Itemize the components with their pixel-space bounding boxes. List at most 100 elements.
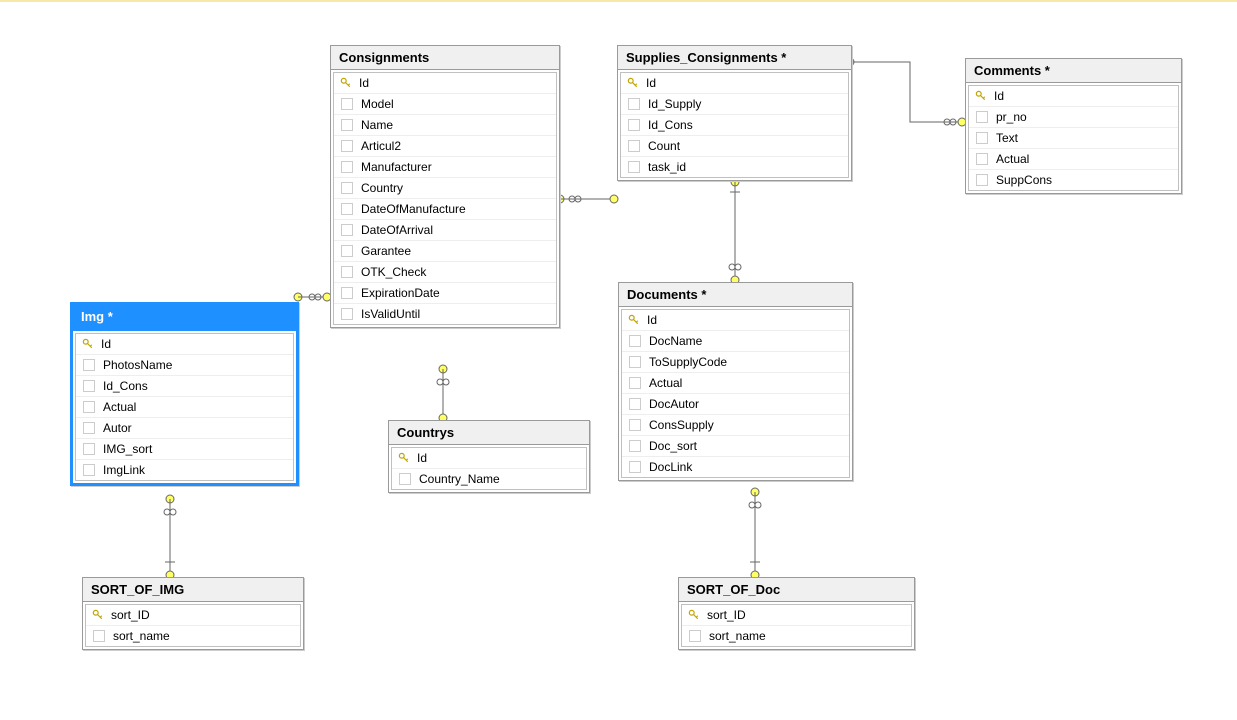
column-icon bbox=[629, 377, 641, 389]
table-sort-of-doc[interactable]: SORT_OF_Doc sort_ID sort_name bbox=[678, 577, 915, 650]
column-name: Id_Supply bbox=[648, 97, 701, 111]
column-name: Id bbox=[646, 76, 656, 90]
column-name: Country_Name bbox=[419, 472, 500, 486]
column-row[interactable]: Id bbox=[334, 73, 556, 94]
column-icon bbox=[341, 224, 353, 236]
column-row[interactable]: Garantee bbox=[334, 241, 556, 262]
column-name: ToSupplyCode bbox=[649, 355, 727, 369]
column-name: sort_name bbox=[113, 629, 170, 643]
column-row[interactable]: Manufacturer bbox=[334, 157, 556, 178]
column-row[interactable]: Name bbox=[334, 115, 556, 136]
column-row[interactable]: sort_ID bbox=[682, 605, 911, 626]
column-row[interactable]: ConsSupply bbox=[622, 415, 849, 436]
primary-key-icon bbox=[397, 451, 411, 465]
column-row[interactable]: pr_no bbox=[969, 107, 1178, 128]
column-row[interactable]: DocName bbox=[622, 331, 849, 352]
column-icon bbox=[629, 419, 641, 431]
column-row[interactable]: Country bbox=[334, 178, 556, 199]
table-columns: IdPhotosNameId_Cons Actual AutorIMG_sortIm… bbox=[75, 333, 294, 481]
column-name: ExpirationDate bbox=[361, 286, 440, 300]
column-icon bbox=[689, 630, 701, 642]
table-sort-of-img[interactable]: SORT_OF_IMG sort_ID sort_name bbox=[82, 577, 304, 650]
column-row[interactable]: Country_Name bbox=[392, 469, 586, 489]
table-header[interactable]: Img * bbox=[73, 305, 296, 331]
column-name: SuppCons bbox=[996, 173, 1052, 187]
column-row[interactable]: Articul2 bbox=[334, 136, 556, 157]
column-name: sort_ID bbox=[707, 608, 746, 622]
column-row[interactable]: DateOfManufacture bbox=[334, 199, 556, 220]
column-row[interactable]: IMG_sort bbox=[76, 439, 293, 460]
column-icon bbox=[976, 153, 988, 165]
column-row[interactable]: sort_name bbox=[86, 626, 300, 646]
table-countrys[interactable]: Countrys Id Country_Name bbox=[388, 420, 590, 493]
column-row[interactable]: Id_Cons bbox=[76, 376, 293, 397]
table-header[interactable]: Consignments bbox=[331, 46, 559, 70]
column-row[interactable]: IsValidUntil bbox=[334, 304, 556, 324]
table-img[interactable]: Img * IdPhotosNameId_Cons Actual AutorIMG_… bbox=[70, 302, 299, 486]
column-icon bbox=[83, 359, 95, 371]
column-icon bbox=[83, 401, 95, 413]
column-name: sort_name bbox=[709, 629, 766, 643]
table-header[interactable]: Comments * bbox=[966, 59, 1181, 83]
column-name: OTK_Check bbox=[361, 265, 426, 279]
column-icon bbox=[341, 287, 353, 299]
column-row[interactable]: Count bbox=[621, 136, 848, 157]
table-supplies-consignments[interactable]: Supplies_Consignments * Id Id_Supply Id_Co… bbox=[617, 45, 852, 181]
column-row[interactable]: Id_Cons bbox=[621, 115, 848, 136]
column-icon bbox=[341, 161, 353, 173]
table-documents[interactable]: Documents * IdDocName ToSupplyCode Actual D… bbox=[618, 282, 853, 481]
column-row[interactable]: Id bbox=[621, 73, 848, 94]
column-row[interactable]: Doc_sort bbox=[622, 436, 849, 457]
table-comments[interactable]: Comments * Id pr_no TextActual SuppCons bbox=[965, 58, 1182, 194]
column-icon bbox=[976, 174, 988, 186]
column-row[interactable]: OTK_Check bbox=[334, 262, 556, 283]
column-row[interactable]: DateOfArrival bbox=[334, 220, 556, 241]
column-icon bbox=[628, 119, 640, 131]
column-row[interactable]: Id bbox=[622, 310, 849, 331]
column-row[interactable]: Id bbox=[392, 448, 586, 469]
column-row[interactable]: Actual bbox=[76, 397, 293, 418]
column-name: Id bbox=[359, 76, 369, 90]
column-name: Actual bbox=[649, 376, 682, 390]
table-header[interactable]: Documents * bbox=[619, 283, 852, 307]
column-row[interactable]: Actual bbox=[969, 149, 1178, 170]
column-icon bbox=[976, 111, 988, 123]
column-row[interactable]: Id_Supply bbox=[621, 94, 848, 115]
table-header[interactable]: SORT_OF_IMG bbox=[83, 578, 303, 602]
column-icon bbox=[341, 140, 353, 152]
primary-key-icon bbox=[81, 337, 95, 351]
column-row[interactable]: SuppCons bbox=[969, 170, 1178, 190]
column-icon bbox=[341, 266, 353, 278]
column-row[interactable]: sort_name bbox=[682, 626, 911, 646]
column-name: DateOfManufacture bbox=[361, 202, 466, 216]
column-row[interactable]: ExpirationDate bbox=[334, 283, 556, 304]
diagram-canvas[interactable]: Consignments Id Model Name Articul2 Manufact… bbox=[0, 2, 1237, 720]
column-row[interactable]: Model bbox=[334, 94, 556, 115]
column-icon bbox=[629, 461, 641, 473]
column-row[interactable]: ImgLink bbox=[76, 460, 293, 480]
table-header[interactable]: Countrys bbox=[389, 421, 589, 445]
column-name: IsValidUntil bbox=[361, 307, 420, 321]
column-icon bbox=[399, 473, 411, 485]
column-name: pr_no bbox=[996, 110, 1027, 124]
column-name: Model bbox=[361, 97, 394, 111]
table-header[interactable]: SORT_OF_Doc bbox=[679, 578, 914, 602]
column-row[interactable]: Actual bbox=[622, 373, 849, 394]
column-name: Name bbox=[361, 118, 393, 132]
column-name: Manufacturer bbox=[361, 160, 432, 174]
column-row[interactable]: Id bbox=[969, 86, 1178, 107]
column-row[interactable]: Id bbox=[76, 334, 293, 355]
column-row[interactable]: Text bbox=[969, 128, 1178, 149]
column-row[interactable]: PhotosName bbox=[76, 355, 293, 376]
column-row[interactable]: ToSupplyCode bbox=[622, 352, 849, 373]
column-icon bbox=[341, 98, 353, 110]
column-row[interactable]: Autor bbox=[76, 418, 293, 439]
column-row[interactable]: task_id bbox=[621, 157, 848, 177]
table-consignments[interactable]: Consignments Id Model Name Articul2 Manufact… bbox=[330, 45, 560, 328]
column-name: Id bbox=[417, 451, 427, 465]
column-row[interactable]: sort_ID bbox=[86, 605, 300, 626]
column-row[interactable]: DocLink bbox=[622, 457, 849, 477]
column-row[interactable]: DocAutor bbox=[622, 394, 849, 415]
column-name: Actual bbox=[103, 400, 136, 414]
table-header[interactable]: Supplies_Consignments * bbox=[618, 46, 851, 70]
